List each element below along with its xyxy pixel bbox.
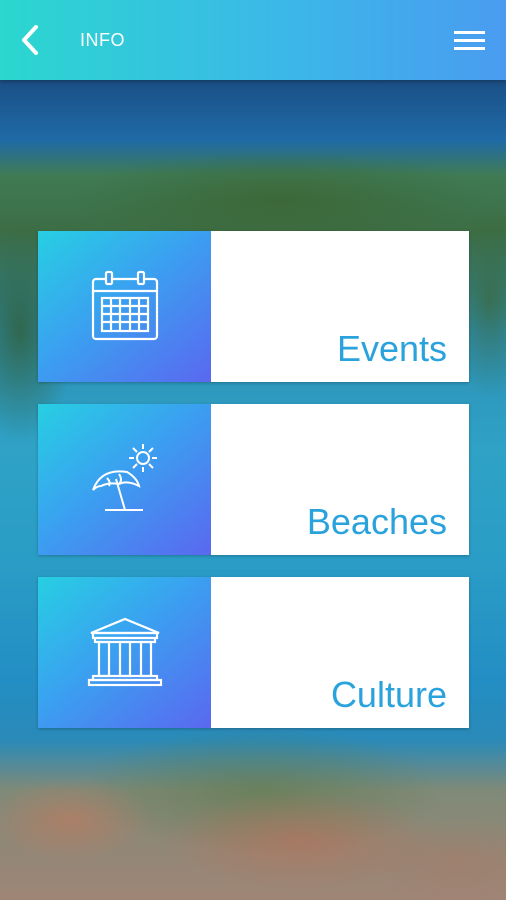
culture-panel: Culture xyxy=(211,577,469,728)
top-bar: INFO xyxy=(0,0,506,80)
culture-label: Culture xyxy=(330,674,447,715)
beaches-tile xyxy=(38,404,211,555)
calendar-icon xyxy=(91,270,158,340)
culture-card[interactable]: Culture xyxy=(38,577,469,728)
beaches-label: Beaches xyxy=(306,501,447,542)
beaches-panel: Beaches xyxy=(211,404,469,555)
hamburger-menu-icon xyxy=(454,31,485,50)
menu-button[interactable] xyxy=(448,24,490,56)
temple-icon xyxy=(87,617,162,686)
events-tile xyxy=(38,231,211,382)
back-button[interactable] xyxy=(14,22,50,58)
culture-tile xyxy=(38,577,211,728)
beach-umbrella-icon xyxy=(91,443,157,511)
events-panel: Events xyxy=(211,231,469,382)
events-label: Events xyxy=(336,328,447,369)
events-card[interactable]: Events xyxy=(38,231,469,382)
chevron-left-icon xyxy=(22,25,38,55)
page-title: INFO xyxy=(80,30,125,50)
beaches-card[interactable]: Beaches xyxy=(38,404,469,555)
